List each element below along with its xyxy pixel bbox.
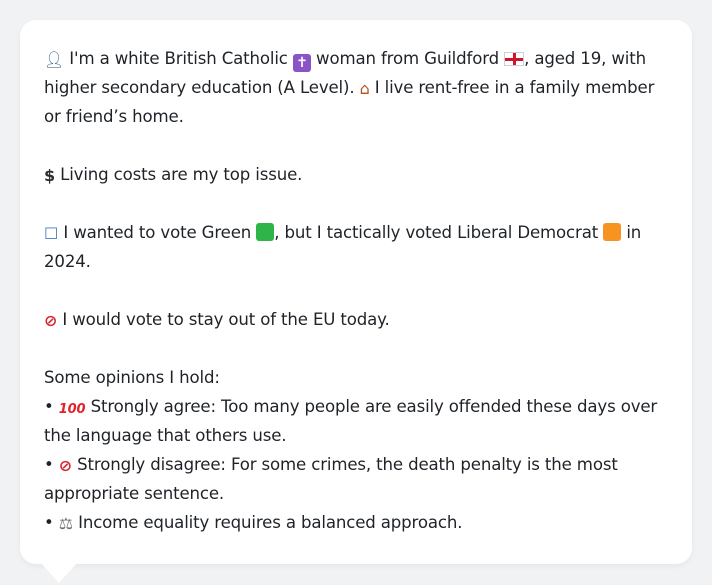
profile-paragraph: 👤︎ I'm a white British Catholic ✝︎ woman…: [44, 44, 668, 131]
bullet: •: [44, 397, 54, 416]
issue-text: Living costs are my top issue.: [60, 165, 303, 184]
bullet: •: [44, 455, 54, 474]
persona-message-card: 👤︎ I'm a white British Catholic ✝︎ woman…: [20, 20, 692, 564]
opinions-heading: Some opinions I hold:: [44, 368, 220, 387]
profile-intro-b: woman from Guildford: [316, 49, 499, 68]
person-icon: 👤︎: [44, 50, 65, 69]
issue-paragraph: $ Living costs are my top issue.: [44, 160, 668, 189]
england-flag-icon: [504, 52, 525, 66]
opinion-text: Strongly agree: Too many people are easi…: [44, 397, 658, 445]
green-square-icon: [256, 223, 275, 241]
eu-text: I would vote to stay out of the EU today…: [62, 310, 390, 329]
vote-text-a: I wanted to vote Green: [63, 223, 252, 242]
opinion-text: Income equality requires a balanced appr…: [78, 513, 463, 532]
opinion-item: • ⚖︎ Income equality requires a balanced…: [44, 508, 668, 537]
opinion-item: • ⊘︎ Strongly disagree: For some crimes,…: [44, 450, 668, 508]
opinion-item: • 100 Strongly agree: Too many people ar…: [44, 392, 668, 450]
vote-paragraph: ☐︎ I wanted to vote Green , but I tactic…: [44, 218, 668, 276]
opinion-text: Strongly disagree: For some crimes, the …: [44, 455, 618, 503]
eu-paragraph: ⊘︎ I would vote to stay out of the EU to…: [44, 305, 668, 334]
hundred-points-icon: 100: [58, 402, 86, 417]
prohibited-icon: ⊘︎: [44, 311, 58, 330]
profile-intro-a: I'm a white British Catholic: [69, 49, 288, 68]
latin-cross-icon: ✝︎: [292, 54, 311, 72]
prohibited-icon: ⊘︎: [58, 456, 73, 475]
dollar-sign-icon: $: [44, 166, 55, 185]
ballot-box-icon: ☐︎: [44, 224, 59, 243]
vote-text-b: , but I tactically voted Liberal Democra…: [274, 223, 599, 242]
balance-scale-icon: ⚖︎: [58, 514, 73, 533]
house-icon: ⌂︎: [359, 79, 370, 98]
orange-square-icon: [603, 223, 622, 241]
speech-bubble-tail: [41, 563, 77, 583]
bullet: •: [44, 513, 54, 532]
persona-message-body: 👤︎ I'm a white British Catholic ✝︎ woman…: [44, 44, 668, 537]
